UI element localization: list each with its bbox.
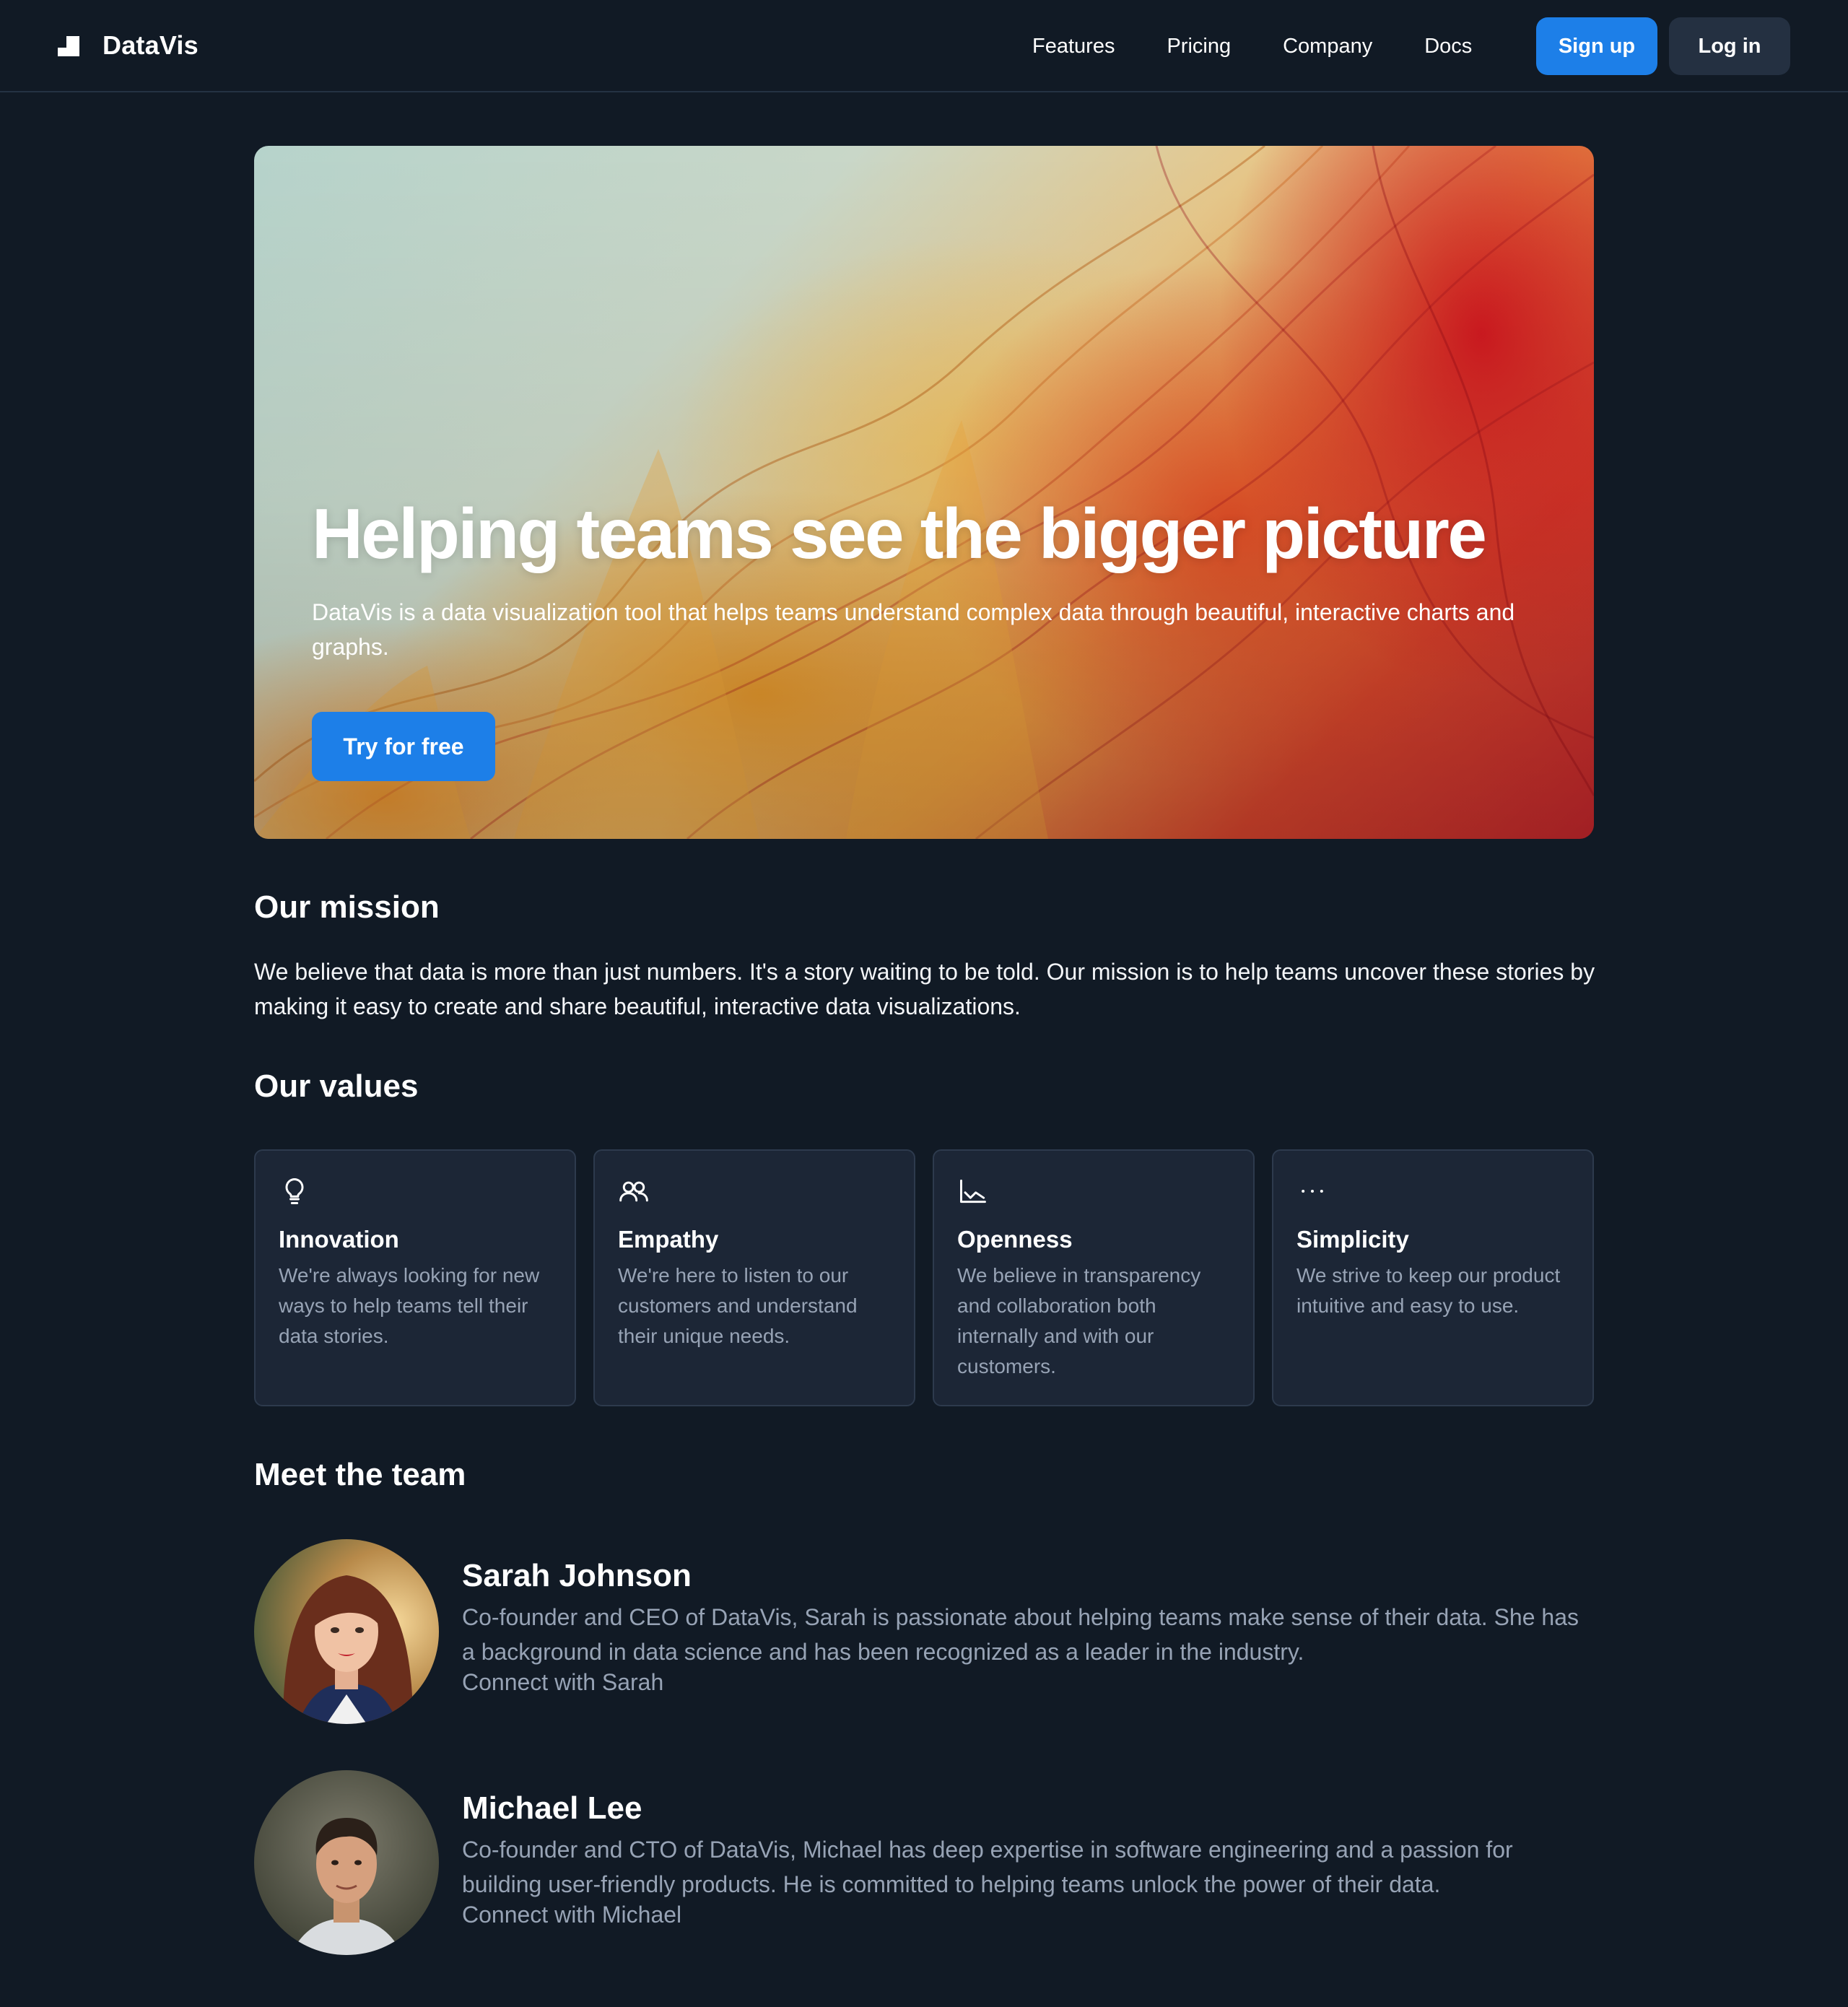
connect-sarah-link[interactable]: Connect with Sarah: [462, 1669, 663, 1696]
brand-logo[interactable]: DataVis: [58, 26, 199, 65]
line-chart-icon: [960, 1179, 986, 1203]
hero-title: Helping teams see the bigger picture: [312, 494, 1487, 573]
member-bio: Co-founder and CTO of DataVis, Michael h…: [462, 1837, 1513, 1897]
value-card-openness: Openness We believe in transparency and …: [933, 1149, 1255, 1406]
mission-heading: Our mission: [254, 889, 440, 925]
mission-text: We believe that data is more than just n…: [254, 959, 1595, 1019]
value-title: Openness: [957, 1226, 1073, 1253]
connect-michael-link[interactable]: Connect with Michael: [462, 1902, 681, 1928]
member-name: Michael Lee: [462, 1790, 642, 1826]
login-button[interactable]: Log in: [1669, 17, 1790, 75]
value-card-empathy: Empathy We're here to listen to our cust…: [593, 1149, 915, 1406]
value-title: Empathy: [618, 1226, 719, 1253]
value-description: We believe in transparency and collabora…: [957, 1264, 1201, 1377]
signup-button[interactable]: Sign up: [1536, 17, 1657, 75]
lightbulb-icon: [285, 1178, 304, 1204]
value-title: Simplicity: [1296, 1226, 1409, 1253]
value-description: We're here to listen to our customers an…: [618, 1264, 858, 1347]
brand-name: DataVis: [103, 30, 199, 60]
value-description: We strive to keep our product intuitive …: [1296, 1264, 1561, 1317]
top-navbar: DataVis Features Pricing Company Docs Si…: [0, 0, 1848, 92]
hero-subtitle: DataVis is a data visualization tool tha…: [312, 599, 1515, 660]
try-for-free-button[interactable]: Try for free: [312, 712, 495, 781]
avatar-sarah: [254, 1539, 439, 1724]
users-icon: [619, 1181, 648, 1202]
value-card-simplicity: Simplicity We strive to keep our product…: [1272, 1149, 1594, 1406]
hero-banner: Helping teams see the bigger picture Dat…: [254, 146, 1594, 839]
nav-links: Features Pricing Company Docs: [1032, 0, 1472, 92]
member-name: Sarah Johnson: [462, 1558, 692, 1593]
dots-icon: [1302, 1189, 1323, 1193]
nav-link-features[interactable]: Features: [1032, 35, 1115, 58]
values-heading: Our values: [254, 1068, 419, 1104]
value-title: Innovation: [279, 1226, 399, 1253]
nav-link-company[interactable]: Company: [1283, 35, 1372, 58]
value-description: We're always looking for new ways to hel…: [279, 1264, 540, 1347]
avatar-michael: [254, 1770, 439, 1955]
nav-link-pricing[interactable]: Pricing: [1167, 35, 1231, 58]
nav-link-docs[interactable]: Docs: [1424, 35, 1472, 58]
member-bio: Co-founder and CEO of DataVis, Sarah is …: [462, 1604, 1579, 1665]
logo-icon: [58, 35, 79, 56]
value-card-innovation: Innovation We're always looking for new …: [254, 1149, 576, 1406]
team-heading: Meet the team: [254, 1457, 466, 1492]
